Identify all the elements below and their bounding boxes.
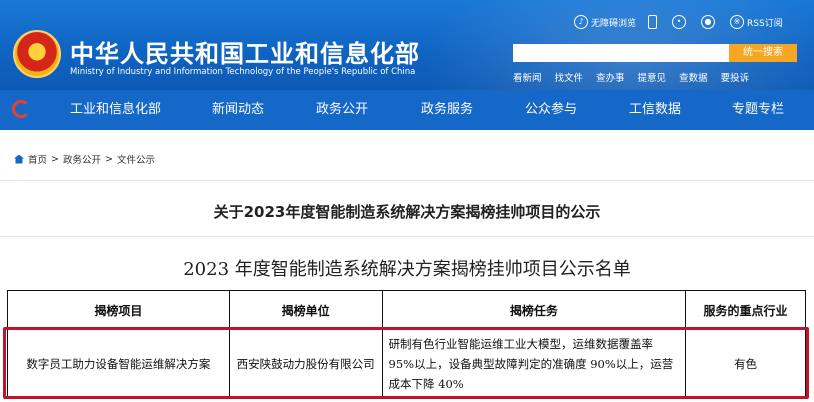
column-header-unit: 揭榜单位 [228, 290, 383, 330]
mobile-icon [648, 15, 658, 29]
nav-item-news[interactable]: 新闻动态 [212, 90, 264, 130]
site-name-english: Ministry of Industry and Information Tec… [70, 67, 416, 77]
breadcrumb-separator: > [105, 153, 113, 165]
cell-unit: 西安陕鼓动力股份有限公司 [228, 329, 383, 399]
nav-item-services[interactable]: 政务服务 [421, 90, 473, 130]
list-title: 2023 年度智能制造系统解决方案揭榜挂帅项目公示名单 [183, 259, 631, 280]
nav-item-topics[interactable]: 专题专栏 [732, 90, 784, 130]
ministry-logo-icon [12, 100, 30, 118]
search-button[interactable]: 统一搜索 [729, 44, 797, 62]
breadcrumb-gov-affairs[interactable]: 政务公开 [63, 152, 101, 166]
site-name[interactable]: 中华人民共和国工业和信息化部 [70, 34, 420, 69]
accessibility-label: 无障碍浏览 [591, 18, 637, 29]
quick-link-services[interactable]: 查办事 [596, 70, 625, 84]
table-row: 数字员工助力设备智能运维解决方案 西安陕鼓动力股份有限公司 研制有色行业智能运维… [7, 329, 806, 399]
wechat-icon: • [672, 15, 687, 29]
quick-link-feedback[interactable]: 提意见 [638, 70, 667, 84]
nav-item-participation[interactable]: 公众参与 [525, 90, 577, 130]
nav-item-ministry[interactable]: 工业和信息化部 [70, 90, 161, 130]
divider [0, 236, 814, 237]
rss-label: RSS订阅 [747, 18, 783, 29]
cell-task: 研制有色行业智能运维工业大模型，运维数据覆盖率 95%以上，设备典型故障判定的准… [381, 329, 687, 399]
breadcrumb-separator: > [51, 153, 59, 165]
accessibility-icon: ♪ [574, 15, 588, 29]
quick-link-complaint[interactable]: 要投诉 [721, 70, 750, 84]
cell-industry: 有色 [685, 329, 806, 399]
project-table: 揭榜项目 揭榜单位 揭榜任务 服务的重点行业 数字员工助力设备智能运维解决方案 … [7, 290, 806, 399]
quick-links: 看新闻 找文件 查办事 提意见 查数据 要投诉 [513, 70, 762, 84]
accessibility-link[interactable]: ♪ 无障碍浏览 [574, 15, 636, 29]
weibo-icon: ● [701, 15, 716, 29]
nav-item-gov-affairs[interactable]: 政务公开 [316, 90, 368, 130]
rss-link[interactable]: ※ RSS订阅 [730, 15, 783, 29]
mobile-link[interactable] [648, 15, 660, 29]
top-links: ♪ 无障碍浏览 • ● ※ RSS订阅 [574, 12, 795, 32]
column-header-project: 揭榜项目 [7, 290, 230, 330]
breadcrumb-home[interactable]: 首页 [28, 152, 47, 166]
home-icon [14, 154, 24, 164]
wechat-link[interactable]: • [672, 15, 689, 29]
quick-link-news[interactable]: 看新闻 [513, 70, 542, 84]
quick-link-files[interactable]: 找文件 [555, 70, 584, 84]
column-header-industry: 服务的重点行业 [685, 290, 806, 330]
site-header: 中华人民共和国工业和信息化部 Ministry of Industry and … [0, 0, 814, 90]
nav-item-data[interactable]: 工信数据 [629, 90, 681, 130]
quick-link-data[interactable]: 查数据 [679, 70, 708, 84]
weibo-link[interactable]: ● [701, 15, 718, 29]
breadcrumb: 首页 > 政务公开 > 文件公示 [14, 152, 155, 166]
breadcrumb-file-notice[interactable]: 文件公示 [117, 152, 155, 166]
article-title: 关于2023年度智能制造系统解决方案揭榜挂帅项目的公示 [213, 203, 601, 221]
column-header-task: 揭榜任务 [381, 290, 687, 330]
national-emblem-icon [13, 30, 61, 78]
cell-project: 数字员工助力设备智能运维解决方案 [7, 329, 230, 399]
rss-icon: ※ [730, 15, 745, 29]
table-header-row: 揭榜项目 揭榜单位 揭榜任务 服务的重点行业 [7, 290, 806, 330]
divider [0, 180, 814, 181]
main-nav: 工业和信息化部 新闻动态 政务公开 政务服务 公众参与 工信数据 专题专栏 [0, 90, 814, 130]
search-input[interactable] [513, 44, 729, 62]
